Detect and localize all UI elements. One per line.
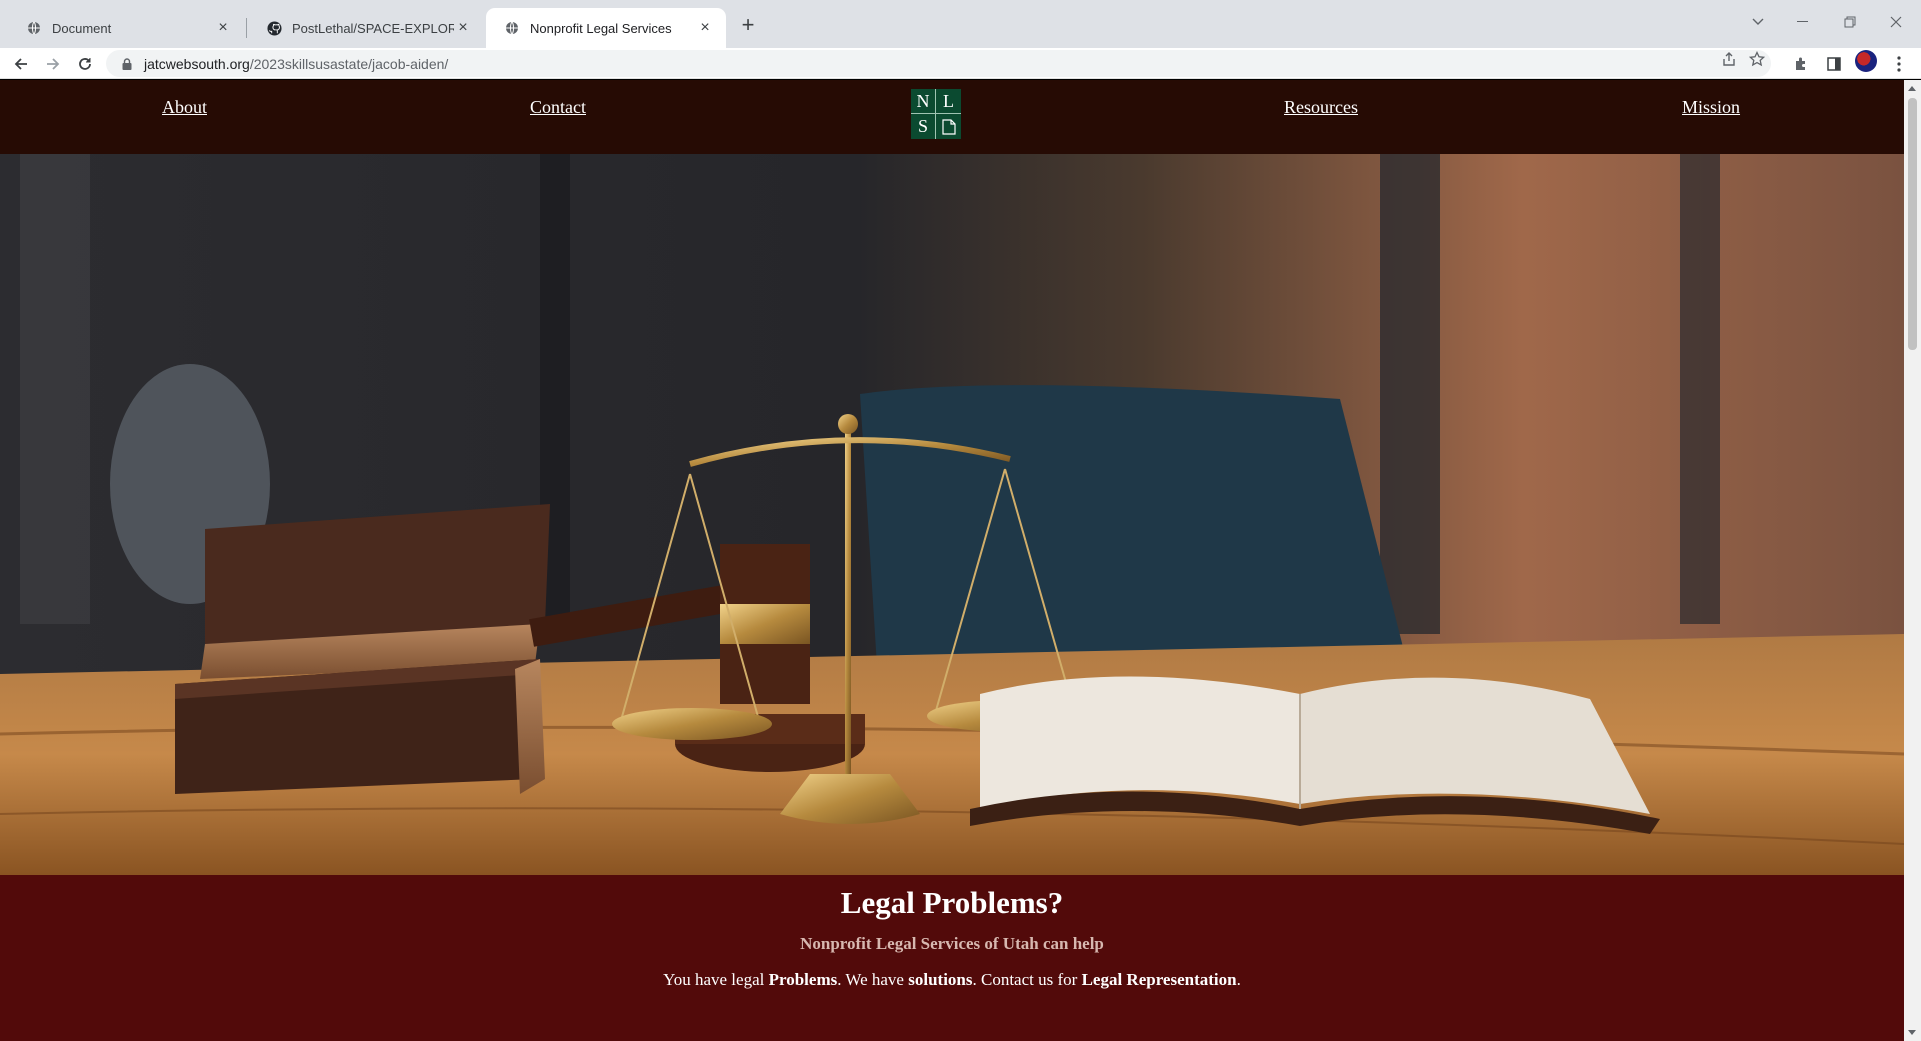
site-nav: About Contact N L S Resources Mission xyxy=(0,80,1904,154)
document-icon xyxy=(936,114,961,139)
tab-title: Document xyxy=(52,20,112,36)
scrollbar-thumb[interactable] xyxy=(1908,98,1917,350)
more-vert-icon xyxy=(1897,56,1901,72)
tagline-bold: Problems xyxy=(768,970,838,989)
book-bottom-pages xyxy=(515,659,545,794)
site-logo[interactable]: N L S xyxy=(911,89,961,139)
side-panel-button[interactable] xyxy=(1821,51,1847,77)
logo-letter-s: S xyxy=(911,114,936,139)
logo-letter-n: N xyxy=(911,89,936,114)
globe-icon xyxy=(26,20,42,36)
forward-arrow-icon xyxy=(47,58,60,70)
new-tab-button[interactable]: + xyxy=(734,12,762,40)
tab-close-icon[interactable]: × xyxy=(696,19,714,37)
gavel-band xyxy=(720,604,810,644)
scroll-up-icon[interactable] xyxy=(1908,86,1916,91)
address-bar[interactable]: jatcwebsouth.org/2023skillsusastate/jaco… xyxy=(106,50,1771,77)
background-post xyxy=(1380,154,1440,634)
github-icon xyxy=(266,20,282,36)
browser-toolbar: jatcwebsouth.org/2023skillsusastate/jaco… xyxy=(0,48,1921,79)
tab-title: PostLethal/SPACE-EXPLORATION xyxy=(292,20,454,36)
url-path: /2023skillsusastate/jacob-aiden/ xyxy=(249,55,449,72)
tagline-text: . xyxy=(1236,970,1241,989)
lock-icon[interactable] xyxy=(120,57,134,71)
banner-tagline: You have legal Problems. We have solutio… xyxy=(0,970,1904,990)
extensions-button[interactable] xyxy=(1788,51,1814,77)
tab-search-icon[interactable] xyxy=(1740,8,1776,36)
address-bar-actions xyxy=(1721,50,1766,72)
tab-close-icon[interactable]: × xyxy=(454,19,472,37)
url-domain: jatcwebsouth.org xyxy=(144,55,250,72)
tagline-bold: Legal Representation xyxy=(1081,970,1237,989)
scroll-down-icon[interactable] xyxy=(1908,1030,1916,1035)
minimize-button[interactable] xyxy=(1785,8,1821,36)
scale-pillar xyxy=(845,424,851,774)
puzzle-icon xyxy=(1796,57,1805,70)
hero-banner: Legal Problems? Nonprofit Legal Services… xyxy=(0,875,1904,1041)
scale-pivot xyxy=(838,414,858,434)
hero-illustration xyxy=(0,154,1904,875)
globe-icon xyxy=(504,20,520,36)
nav-link-resources[interactable]: Resources xyxy=(1284,97,1358,118)
reload-button[interactable] xyxy=(72,51,98,77)
close-window-button[interactable] xyxy=(1878,8,1914,36)
nav-link-contact[interactable]: Contact xyxy=(530,97,586,118)
banner-subtitle: Nonprofit Legal Services of Utah can hel… xyxy=(800,934,1104,953)
browser-tab-github[interactable]: PostLethal/SPACE-EXPLORATION × xyxy=(248,8,484,48)
profile-avatar[interactable] xyxy=(1855,50,1877,72)
nav-link-about[interactable]: About xyxy=(162,97,207,118)
back-button[interactable] xyxy=(8,51,34,77)
page-scrollbar[interactable] xyxy=(1904,80,1921,1041)
forward-button[interactable] xyxy=(40,51,66,77)
banner-heading: Legal Problems? xyxy=(840,885,1064,920)
reload-icon xyxy=(79,58,91,70)
tab-close-icon[interactable]: × xyxy=(214,19,232,37)
background-post xyxy=(1680,154,1720,624)
open-book-left-page xyxy=(980,676,1300,809)
logo-letter-l: L xyxy=(936,89,961,114)
tagline-bold: solutions xyxy=(908,970,973,989)
tagline-text: . We have xyxy=(837,970,909,989)
page-viewport: About Contact N L S Resources Mission Le… xyxy=(0,80,1904,1041)
url-text[interactable]: jatcwebsouth.org/2023skillsusastate/jaco… xyxy=(144,56,448,72)
browser-tab-strip: Document × PostLethal/SPACE-EXPLORATION … xyxy=(0,0,1921,48)
scale-pan-left xyxy=(612,708,772,740)
nav-link-mission[interactable]: Mission xyxy=(1682,97,1740,118)
share-icon[interactable] xyxy=(1721,51,1737,72)
hero-image xyxy=(0,154,1904,875)
background-pillar xyxy=(20,154,90,624)
back-arrow-icon xyxy=(14,58,27,70)
side-panel-icon xyxy=(1827,57,1841,71)
tagline-text: . Contact us for xyxy=(972,970,1082,989)
tab-title: Nonprofit Legal Services xyxy=(530,20,672,36)
tagline-text: You have legal xyxy=(663,970,769,989)
chrome-menu-button[interactable] xyxy=(1886,51,1912,77)
browser-tab-document[interactable]: Document × xyxy=(8,8,244,48)
restore-button[interactable] xyxy=(1832,8,1868,36)
tab-divider xyxy=(246,18,247,38)
browser-tab-nonprofit-legal[interactable]: Nonprofit Legal Services × xyxy=(486,8,726,48)
bookmark-star-icon[interactable] xyxy=(1748,50,1766,72)
